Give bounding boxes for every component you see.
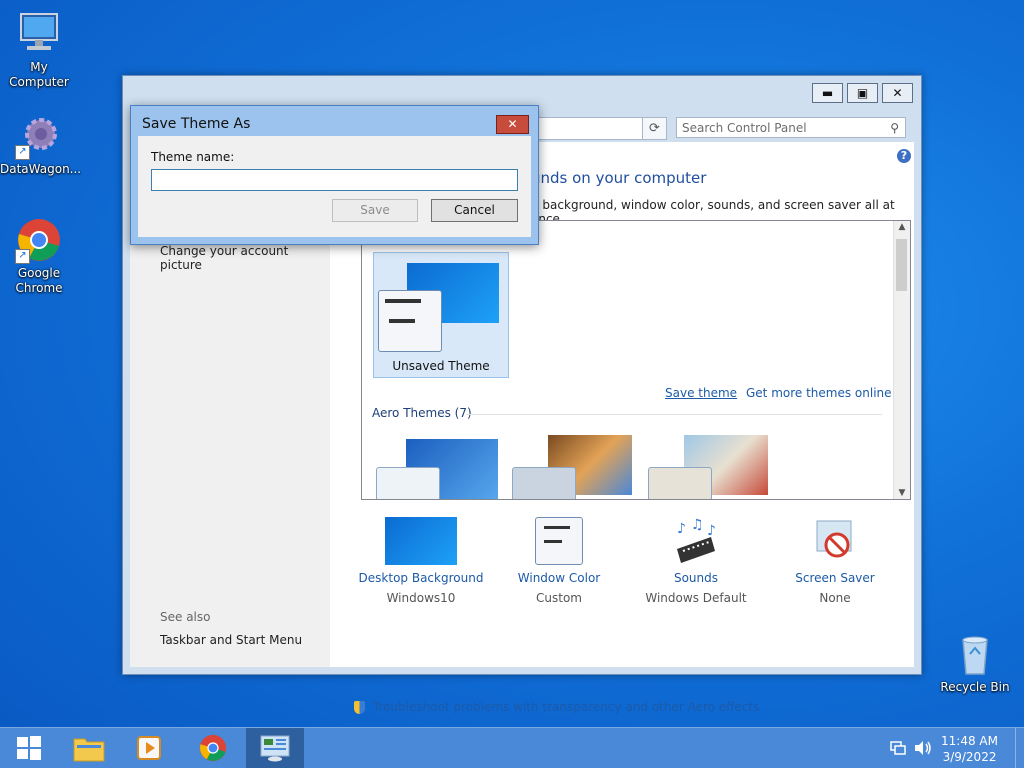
- computer-icon: [15, 10, 63, 58]
- clock-date: 3/9/2022: [942, 750, 997, 764]
- search-placeholder: Search Control Panel: [682, 121, 807, 135]
- taskbar-control-panel[interactable]: [246, 728, 304, 768]
- gear-icon: ↗: [15, 112, 63, 160]
- sounds-icon: ♪ ♫ ♪: [671, 517, 721, 565]
- search-input[interactable]: Search Control Panel ⚲: [676, 117, 906, 138]
- troubleshoot-link[interactable]: Troubleshoot problems with transparency …: [354, 700, 759, 714]
- scroll-thumb[interactable]: [896, 239, 907, 291]
- aero-theme-characters[interactable]: [648, 435, 772, 499]
- desktop-icon-label: Google Chrome: [15, 266, 63, 295]
- see-also-label: See also: [160, 610, 211, 624]
- desktop-icon-datawagon[interactable]: ↗ DataWagon...: [0, 112, 82, 177]
- desktop-background-icon: [385, 517, 457, 565]
- recycle-bin-icon: [951, 630, 999, 678]
- control-panel-icon: [260, 735, 290, 762]
- desktop-icon-recycle-bin[interactable]: Recycle Bin: [936, 630, 1014, 695]
- theme-name-label: Theme name:: [151, 150, 235, 164]
- shortcut-arrow-icon: ↗: [15, 249, 30, 264]
- troubleshoot-label: Troubleshoot problems with transparency …: [372, 700, 760, 714]
- media-player-icon: [137, 736, 161, 760]
- taskbar-chrome[interactable]: [184, 728, 242, 768]
- screen-saver-icon: [811, 517, 859, 565]
- taskbar-media-player[interactable]: [120, 728, 178, 768]
- desktop-background-label: Desktop Background: [358, 571, 484, 585]
- windows-logo-icon: [17, 736, 41, 760]
- window-color-item[interactable]: Window Color Custom: [494, 517, 624, 605]
- shield-icon: [354, 701, 365, 714]
- desktop-background-value: Windows10: [386, 591, 456, 605]
- svg-text:♪: ♪: [707, 523, 716, 539]
- account-picture-link[interactable]: Change your account picture: [160, 244, 330, 272]
- shortcut-arrow-icon: ↗: [15, 145, 30, 160]
- sounds-value: Windows Default: [645, 591, 747, 605]
- aero-theme-windows[interactable]: [376, 439, 500, 499]
- search-icon[interactable]: ⚲: [890, 118, 899, 139]
- page-heading: unds on your computer: [531, 169, 707, 187]
- scroll-down-icon[interactable]: ▼: [894, 488, 910, 498]
- chrome-icon: ↗: [15, 216, 63, 264]
- close-button[interactable]: ✕: [882, 83, 913, 103]
- aero-themes-header: Aero Themes (7): [372, 406, 472, 420]
- dialog-close-button[interactable]: ✕: [496, 115, 529, 134]
- screen-saver-value: None: [819, 591, 851, 605]
- help-icon[interactable]: ?: [897, 149, 911, 163]
- aero-theme-architecture[interactable]: [512, 435, 636, 499]
- window-caption-buttons: ▬ ▣ ✕: [812, 83, 913, 103]
- unsaved-theme-item[interactable]: Unsaved Theme: [373, 252, 509, 378]
- save-theme-dialog: Save Theme As ✕ Theme name: Save Cancel: [130, 105, 539, 245]
- chrome-icon: [199, 734, 227, 762]
- minimize-button[interactable]: ▬: [812, 83, 843, 103]
- screen-saver-label: Screen Saver: [795, 571, 875, 585]
- save-theme-link[interactable]: Save theme: [665, 386, 737, 400]
- window-color-value: Custom: [536, 591, 582, 605]
- maximize-button[interactable]: ▣: [847, 83, 878, 103]
- svg-text:♪: ♪: [677, 521, 686, 537]
- desktop-background-item[interactable]: Desktop Background Windows10: [356, 517, 486, 605]
- clock[interactable]: 11:48 AM 3/9/2022: [941, 733, 998, 765]
- theme-window-preview: [378, 290, 442, 352]
- show-desktop-button[interactable]: [1015, 728, 1024, 768]
- start-button[interactable]: [0, 728, 58, 768]
- cancel-button[interactable]: Cancel: [431, 199, 518, 222]
- refresh-button[interactable]: ⟳: [642, 117, 667, 140]
- desktop-icon-label: DataWagon...: [0, 162, 82, 176]
- section-divider: [466, 414, 882, 415]
- theme-list[interactable]: Unsaved Theme Save theme Get more themes…: [361, 220, 911, 500]
- theme-name-input[interactable]: [151, 169, 518, 191]
- theme-list-scrollbar[interactable]: ▲ ▼: [893, 221, 910, 499]
- taskbar: 11:48 AM 3/9/2022: [0, 727, 1024, 768]
- refresh-icon: ⟳: [649, 121, 660, 136]
- save-button[interactable]: Save: [332, 199, 418, 222]
- dialog-body: Theme name: Save Cancel: [138, 136, 531, 237]
- screen-saver-item[interactable]: Screen Saver None: [770, 517, 900, 605]
- sounds-item[interactable]: ♪ ♫ ♪ Sounds Windows Default: [631, 517, 761, 605]
- desktop-icon-label: My Computer: [9, 60, 69, 89]
- taskbar-start-link[interactable]: Taskbar and Start Menu: [160, 633, 302, 647]
- desktop-icon-my-computer[interactable]: My Computer: [0, 10, 78, 90]
- dialog-title: Save Theme As: [142, 116, 251, 132]
- window-color-label: Window Color: [517, 571, 601, 585]
- desktop-icon-chrome[interactable]: ↗ Google Chrome: [0, 216, 78, 296]
- svg-text:♫: ♫: [691, 517, 704, 533]
- unsaved-theme-label: Unsaved Theme: [392, 359, 490, 373]
- folder-icon: [73, 738, 105, 762]
- desktop-icon-label: Recycle Bin: [940, 680, 1010, 694]
- taskbar-file-explorer[interactable]: [60, 728, 118, 768]
- window-color-icon: [535, 517, 583, 565]
- sounds-label: Sounds: [673, 571, 719, 585]
- network-icon[interactable]: [890, 740, 906, 759]
- volume-icon[interactable]: [914, 740, 932, 759]
- scroll-up-icon[interactable]: ▲: [894, 222, 910, 232]
- get-more-themes-link[interactable]: Get more themes online: [746, 386, 892, 400]
- clock-time: 11:48 AM: [941, 734, 998, 748]
